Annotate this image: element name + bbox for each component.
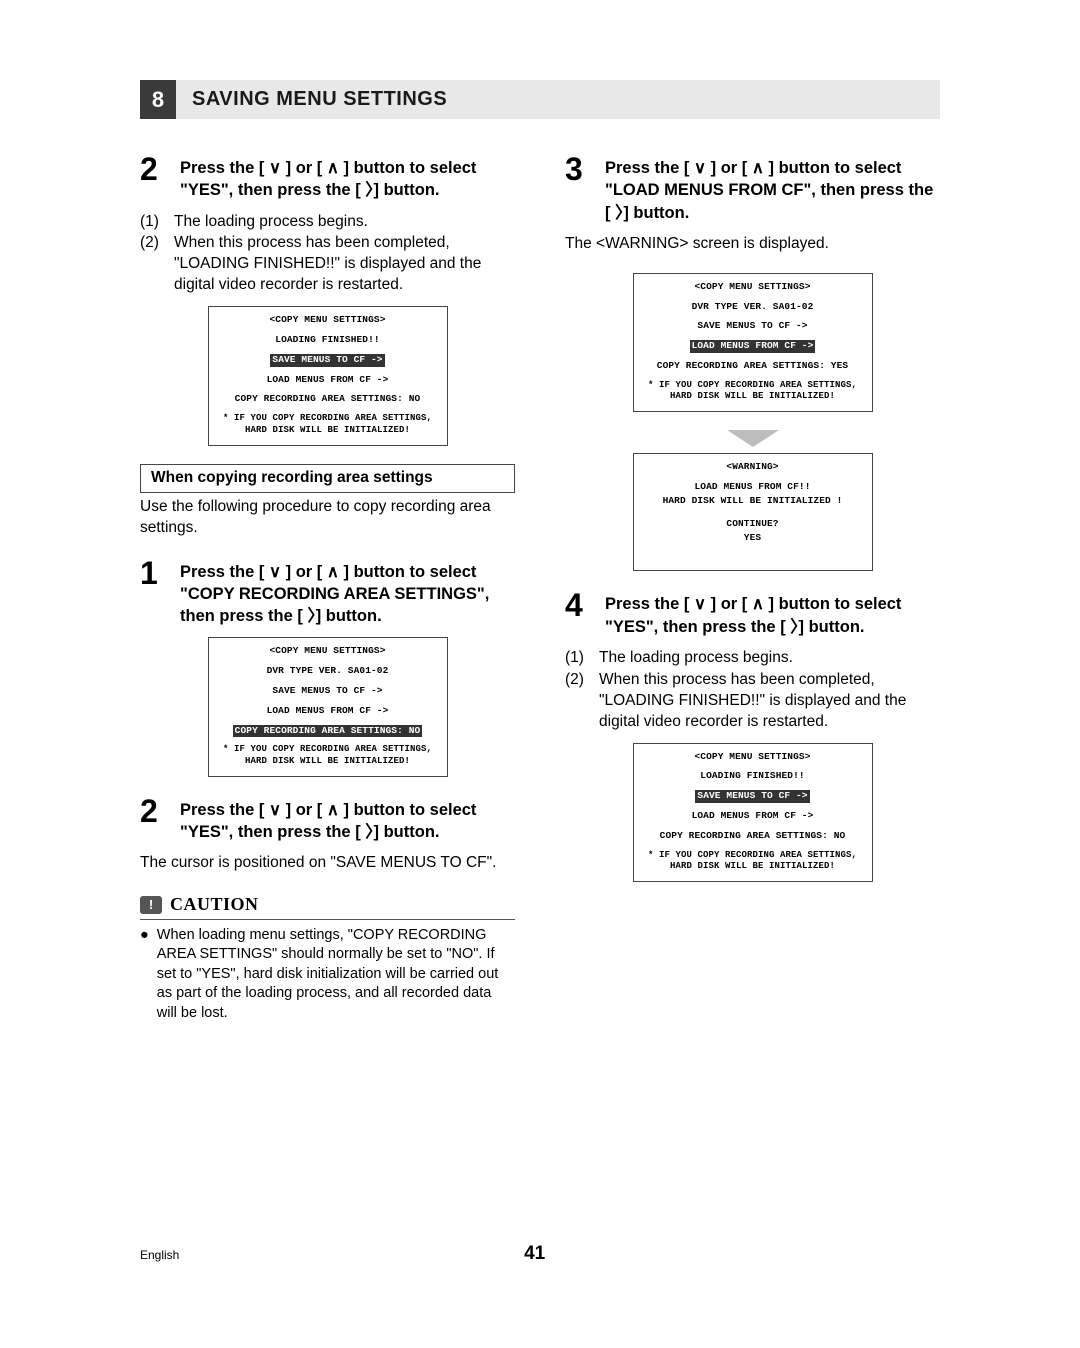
- warning-screen: <WARNING> LOAD MENUS FROM CF!! HARD DISK…: [633, 453, 873, 571]
- menu-row: DVR TYPE VER. SA01-02: [219, 665, 437, 678]
- list-text: The loading process begins.: [174, 212, 368, 233]
- step-number: 1: [140, 557, 164, 628]
- step-4: 4 Press the [ ∨ ] or [ ∧ ] button to sel…: [565, 589, 940, 638]
- menu-title: <COPY MENU SETTINGS>: [219, 645, 437, 658]
- list-text: When this process has been completed, "L…: [599, 670, 940, 733]
- paragraph: The <WARNING> screen is displayed.: [565, 234, 940, 255]
- menu-row: SAVE MENUS TO CF ->: [644, 320, 862, 333]
- step-2b: 2 Press the [ ∨ ] or [ ∧ ] button to sel…: [140, 795, 515, 844]
- left-column: 2 Press the [ ∨ ] or [ ∧ ] button to sel…: [140, 153, 515, 1023]
- menu-row-highlight: SAVE MENUS TO CF ->: [695, 790, 809, 803]
- menu-row: YES: [644, 532, 862, 545]
- menu-title: <WARNING>: [644, 461, 862, 474]
- step-number: 2: [140, 153, 164, 202]
- step-number: 3: [565, 153, 589, 224]
- menu-row-highlight: SAVE MENUS TO CF ->: [270, 354, 384, 367]
- menu-row: LOAD MENUS FROM CF!!: [644, 481, 862, 494]
- sub-heading: When copying recording area settings: [140, 464, 515, 493]
- step-text: Press the [ ∨ ] or [ ∧ ] button to selec…: [180, 557, 515, 628]
- step-number: 2: [140, 795, 164, 844]
- section-header: 8 SAVING MENU SETTINGS: [140, 80, 940, 119]
- menu-note: * IF YOU COPY RECORDING AREA SETTINGS, H…: [219, 413, 437, 436]
- menu-row-highlight: LOAD MENUS FROM CF ->: [690, 340, 816, 353]
- menu-row: COPY RECORDING AREA SETTINGS: YES: [644, 360, 862, 373]
- right-column: 3 Press the [ ∨ ] or [ ∧ ] button to sel…: [565, 153, 940, 1023]
- menu-row: HARD DISK WILL BE INITIALIZED !: [644, 495, 862, 508]
- ordered-list: (1) The loading process begins. (2) When t…: [140, 212, 515, 297]
- menu-screen: <COPY MENU SETTINGS> LOADING FINISHED!! …: [633, 743, 873, 883]
- menu-row: COPY RECORDING AREA SETTINGS: NO: [219, 393, 437, 406]
- step-1: 1 Press the [ ∨ ] or [ ∧ ] button to sel…: [140, 557, 515, 628]
- list-number: (2): [140, 233, 166, 296]
- menu-screen: <COPY MENU SETTINGS> DVR TYPE VER. SA01-…: [633, 273, 873, 413]
- list-text: The loading process begins.: [599, 648, 793, 669]
- step-3: 3 Press the [ ∨ ] or [ ∧ ] button to sel…: [565, 153, 940, 224]
- caution-title: CAUTION: [170, 892, 259, 916]
- menu-note: * IF YOU COPY RECORDING AREA SETTINGS, H…: [644, 850, 862, 873]
- menu-row-highlight: COPY RECORDING AREA SETTINGS: NO: [233, 725, 423, 738]
- section-title: SAVING MENU SETTINGS: [176, 80, 940, 119]
- menu-row: CONTINUE?: [644, 518, 862, 531]
- arrow-down-icon: [565, 430, 940, 447]
- list-number: (1): [140, 212, 166, 233]
- menu-row: DVR TYPE VER. SA01-02: [644, 301, 862, 314]
- menu-screen: <COPY MENU SETTINGS> DVR TYPE VER. SA01-…: [208, 637, 448, 777]
- list-number: (2): [565, 670, 591, 733]
- footer-language: English: [140, 1248, 179, 1262]
- step-text: Press the [ ∨ ] or [ ∧ ] button to selec…: [180, 795, 515, 844]
- bullet-icon: ●: [140, 926, 149, 1024]
- ordered-list: (1) The loading process begins. (2) When t…: [565, 648, 940, 733]
- page-footer: English 41: [140, 1243, 940, 1265]
- section-number: 8: [140, 80, 176, 119]
- caution-block: ! CAUTION ● When loading menu settings, …: [140, 892, 515, 1023]
- menu-row: COPY RECORDING AREA SETTINGS: NO: [644, 830, 862, 843]
- menu-screen: <COPY MENU SETTINGS> LOADING FINISHED!! …: [208, 306, 448, 446]
- list-text: When this process has been completed, "L…: [174, 233, 515, 296]
- caution-text: When loading menu settings, "COPY RECORD…: [157, 926, 515, 1024]
- step-text: Press the [ ∨ ] or [ ∧ ] button to selec…: [605, 589, 940, 638]
- caution-icon: !: [140, 896, 162, 914]
- menu-row: LOADING FINISHED!!: [219, 334, 437, 347]
- step-2: 2 Press the [ ∨ ] or [ ∧ ] button to sel…: [140, 153, 515, 202]
- page-number: 41: [179, 1243, 890, 1265]
- step-text: Press the [ ∨ ] or [ ∧ ] button to selec…: [180, 153, 515, 202]
- menu-row: LOAD MENUS FROM CF ->: [219, 374, 437, 387]
- menu-title: <COPY MENU SETTINGS>: [219, 314, 437, 327]
- menu-row: SAVE MENUS TO CF ->: [219, 685, 437, 698]
- list-number: (1): [565, 648, 591, 669]
- menu-note: * IF YOU COPY RECORDING AREA SETTINGS, H…: [219, 744, 437, 767]
- step-text: Press the [ ∨ ] or [ ∧ ] button to selec…: [605, 153, 940, 224]
- menu-row: LOADING FINISHED!!: [644, 770, 862, 783]
- menu-row: LOAD MENUS FROM CF ->: [644, 810, 862, 823]
- paragraph: Use the following procedure to copy reco…: [140, 497, 515, 539]
- menu-title: <COPY MENU SETTINGS>: [644, 281, 862, 294]
- paragraph: The cursor is positioned on "SAVE MENUS …: [140, 853, 515, 874]
- step-number: 4: [565, 589, 589, 638]
- menu-title: <COPY MENU SETTINGS>: [644, 751, 862, 764]
- menu-row: LOAD MENUS FROM CF ->: [219, 705, 437, 718]
- menu-note: * IF YOU COPY RECORDING AREA SETTINGS, H…: [644, 380, 862, 403]
